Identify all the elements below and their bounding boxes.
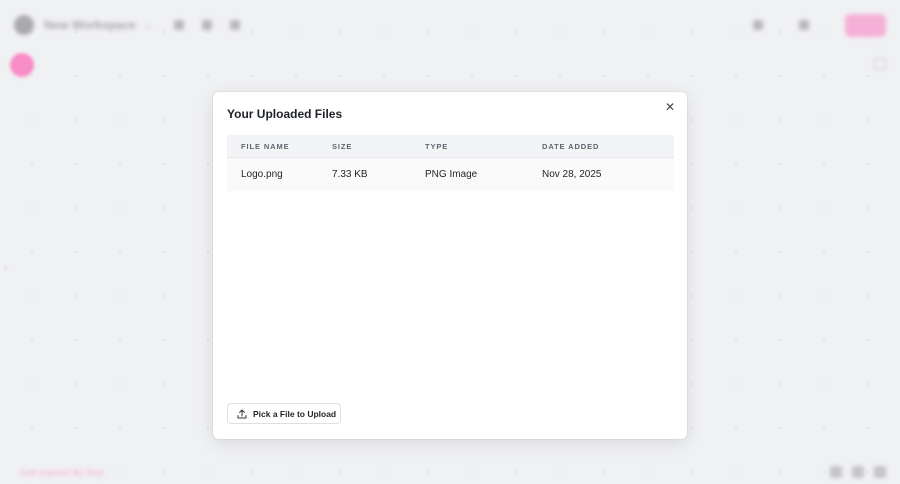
file-name-cell: Logo.png — [241, 169, 283, 180]
file-size-cell: 7.33 KB — [332, 169, 368, 180]
column-header-file-name: File Name — [241, 141, 290, 151]
upload-icon — [237, 409, 247, 418]
close-icon[interactable]: ✕ — [663, 100, 677, 114]
modal-title: Your Uploaded Files — [227, 107, 343, 121]
pick-file-button[interactable]: Pick a File to Upload — [227, 403, 341, 424]
uploaded-files-modal: Your Uploaded Files ✕ File Name Size Typ… — [213, 92, 687, 439]
date-added-cell: Nov 28, 2025 — [542, 169, 602, 180]
files-table: File Name Size Type Date Added Logo.png … — [227, 135, 674, 191]
column-header-date-added: Date Added — [542, 141, 600, 151]
table-row[interactable]: Logo.png 7.33 KB PNG Image Nov 28, 2025 — [227, 158, 674, 191]
file-type-cell: PNG Image — [425, 169, 478, 180]
column-header-type: Type — [425, 141, 449, 151]
pick-file-button-label: Pick a File to Upload — [253, 408, 337, 419]
table-header: File Name Size Type Date Added — [227, 135, 674, 158]
column-header-size: Size — [332, 141, 353, 151]
